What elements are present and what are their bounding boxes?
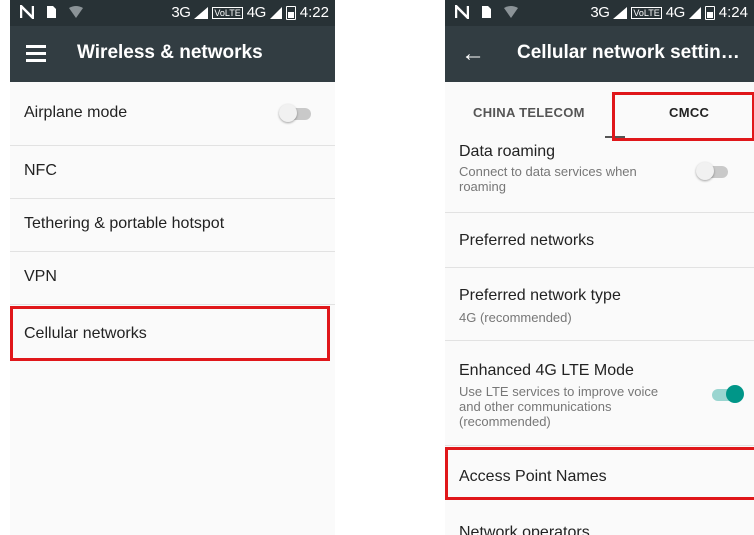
nfc-row[interactable]: NFC	[10, 145, 335, 199]
item-label: Tethering & portable hotspot	[24, 215, 225, 232]
network-type: 3G	[171, 4, 191, 21]
signal-icon	[194, 6, 209, 19]
item-label: Airplane mode	[24, 104, 128, 121]
app-bar: ← Cellular network settin…	[445, 26, 754, 82]
menu-icon[interactable]	[26, 45, 46, 63]
item-label: Data roaming	[459, 143, 556, 160]
wireless-networks-screen: 3G VoLTE 4G 4:22 Wireless & networks Air…	[10, 0, 335, 535]
battery-icon	[704, 5, 715, 20]
sim-icon	[482, 6, 491, 18]
signal-icon	[613, 6, 628, 19]
highlight-box	[445, 447, 754, 500]
volte-badge: VoLTE	[631, 6, 662, 19]
network-type: 3G	[590, 4, 610, 21]
wifi-icon	[69, 6, 83, 18]
item-sublabel: 4G (recommended)	[459, 310, 572, 325]
vpn-row[interactable]: VPN	[10, 251, 335, 305]
page-title: Cellular network settin…	[517, 42, 740, 63]
airplane-mode-row[interactable]: Airplane mode	[10, 82, 335, 146]
back-arrow-icon[interactable]: ←	[461, 40, 485, 68]
clock: 4:22	[299, 4, 329, 21]
clock: 4:24	[718, 4, 748, 21]
signal-icon	[688, 6, 701, 19]
highlight-box	[10, 306, 330, 361]
item-label: Preferred network type	[459, 287, 621, 304]
item-sublabel: Use LTE services to improve voice and ot…	[459, 384, 659, 429]
sim-icon	[47, 6, 56, 18]
app-bar: Wireless & networks	[10, 26, 335, 82]
page-title: Wireless & networks	[77, 42, 263, 63]
item-label: Preferred networks	[459, 232, 595, 249]
cellular-settings-screen: 3G VoLTE 4G 4:24 ← Cellular network sett…	[445, 0, 754, 535]
lte-indicator: 4G	[246, 4, 267, 21]
signal-icon	[269, 6, 282, 19]
status-bar: 3G VoLTE 4G 4:24	[445, 0, 754, 26]
enhanced-4g-lte-toggle[interactable]	[712, 385, 744, 403]
tab-china-telecom[interactable]: CHINA TELECOM	[473, 105, 585, 120]
volte-badge: VoLTE	[212, 6, 243, 19]
item-label: Enhanced 4G LTE Mode	[459, 362, 634, 379]
nfc-icon	[20, 5, 34, 19]
status-bar: 3G VoLTE 4G 4:22	[10, 0, 335, 26]
item-sublabel: Connect to data services when roaming	[459, 164, 637, 194]
battery-icon	[285, 5, 296, 20]
data-roaming-row[interactable]: Data roaming Connect to data services wh…	[445, 140, 754, 213]
lte-indicator: 4G	[665, 4, 686, 21]
network-operators-row[interactable]: Network operators	[445, 505, 754, 535]
preferred-network-type-row[interactable]: Preferred network type 4G (recommended)	[445, 267, 754, 341]
tethering-row[interactable]: Tethering & portable hotspot	[10, 198, 335, 252]
enhanced-4g-lte-row[interactable]: Enhanced 4G LTE Mode Use LTE services to…	[445, 340, 754, 446]
airplane-mode-toggle[interactable]	[279, 104, 311, 122]
item-label: VPN	[24, 268, 57, 285]
highlight-box	[612, 92, 754, 141]
preferred-networks-row[interactable]: Preferred networks	[445, 212, 754, 268]
item-label: Network operators	[459, 524, 590, 535]
nfc-icon	[455, 5, 469, 19]
data-roaming-toggle[interactable]	[696, 162, 728, 180]
wifi-icon	[504, 6, 518, 18]
item-label: NFC	[24, 162, 57, 179]
